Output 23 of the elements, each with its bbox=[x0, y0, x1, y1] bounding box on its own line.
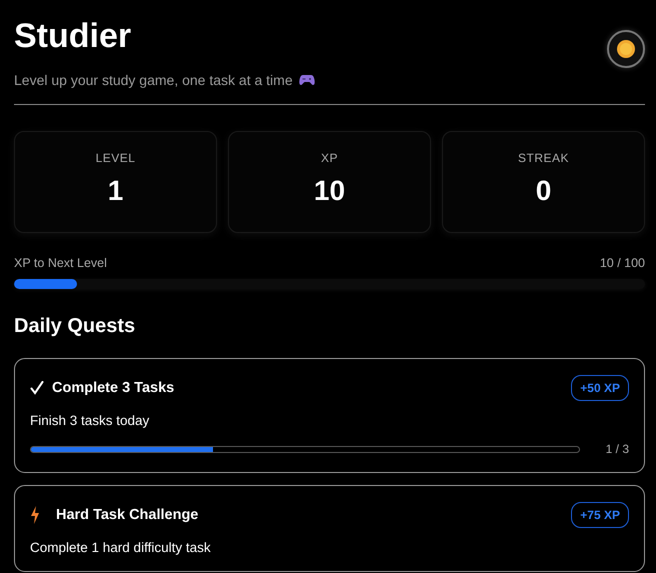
theme-toggle-button[interactable] bbox=[607, 30, 645, 68]
stat-value: 10 bbox=[314, 175, 346, 207]
stat-label: STREAK bbox=[518, 151, 569, 165]
xp-reward-badge: +75 XP bbox=[571, 502, 629, 528]
app-title: Studier bbox=[14, 16, 132, 56]
checkmark-icon bbox=[30, 381, 44, 395]
section-heading: Daily Quests bbox=[14, 315, 136, 338]
gamepad-icon bbox=[298, 74, 315, 86]
quest-description: Complete 1 hard difficulty task bbox=[30, 540, 212, 555]
xp-reward-badge: +50 XP bbox=[571, 375, 629, 401]
quest-description: Finish 3 tasks today bbox=[30, 413, 150, 428]
quest-title: Complete 3 Tasks bbox=[52, 380, 174, 396]
progress-reading: 10 / 100 bbox=[600, 256, 645, 270]
stat-value: 1 bbox=[108, 175, 124, 207]
progress-label: XP to Next Level bbox=[14, 256, 107, 270]
stat-value: 0 bbox=[536, 175, 552, 207]
stat-label: LEVEL bbox=[96, 151, 136, 165]
quest-progress-reading: 1 / 3 bbox=[606, 442, 629, 456]
quest-title: Hard Task Challenge bbox=[56, 507, 198, 523]
lightning-icon bbox=[30, 506, 40, 524]
stat-label: XP bbox=[320, 151, 338, 165]
tagline: Level up your study game, one task at a time bbox=[14, 72, 293, 88]
sun-icon bbox=[616, 39, 636, 59]
